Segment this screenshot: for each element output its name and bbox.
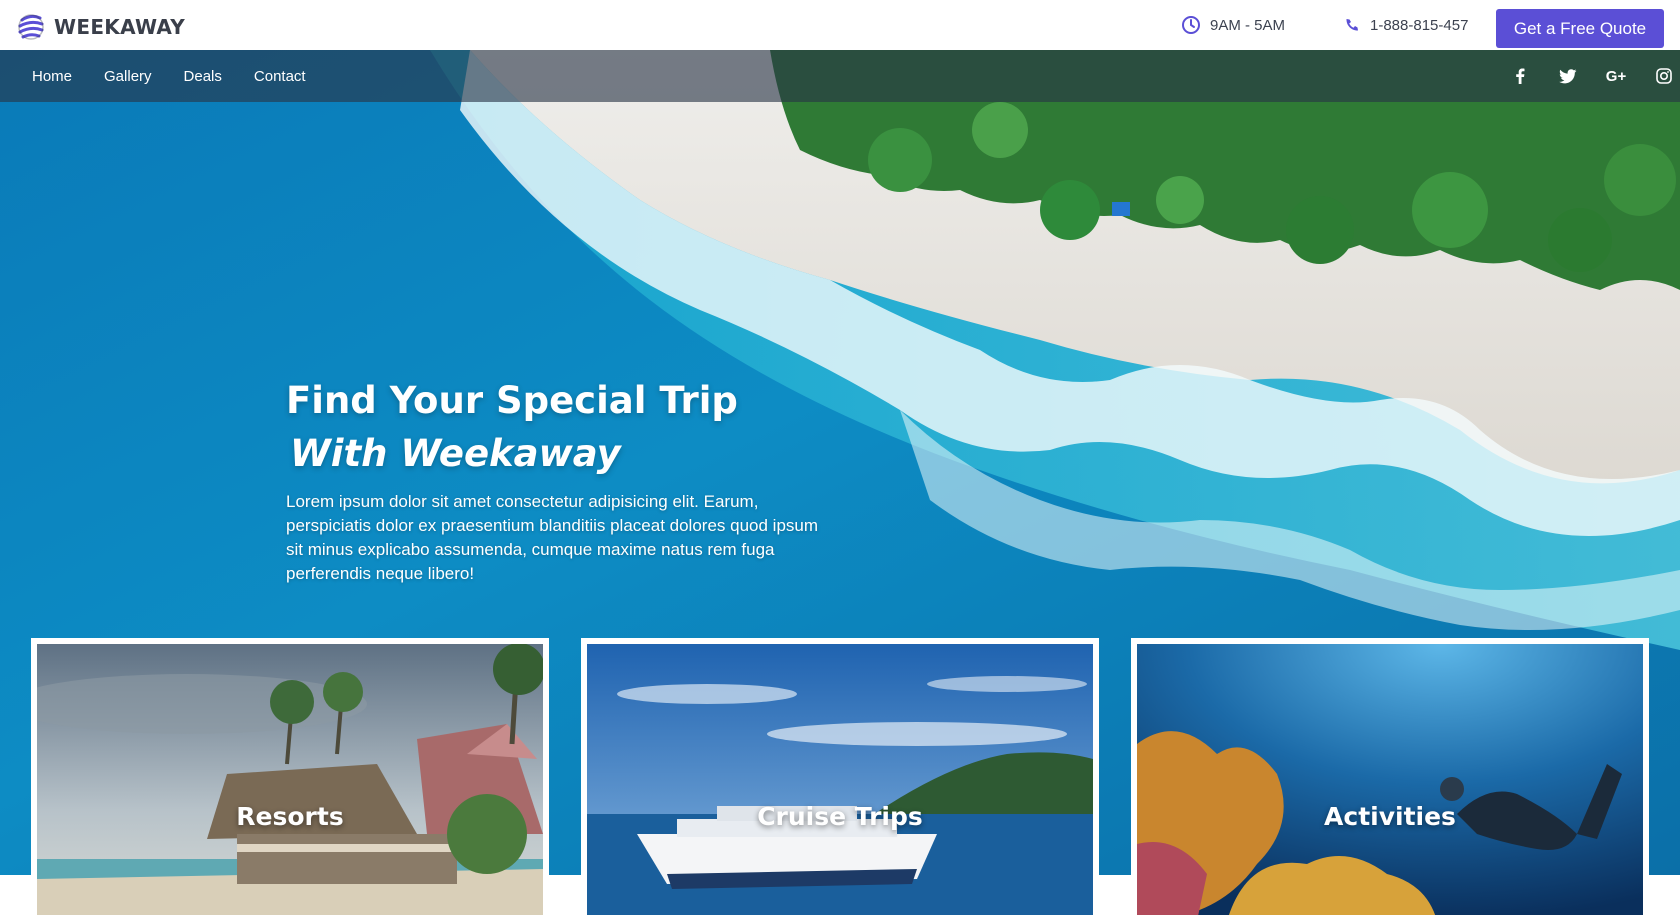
category-card-cruise-trips[interactable]: Cruise Trips	[581, 638, 1099, 915]
card-label-cruise-trips: Cruise Trips	[757, 802, 923, 831]
activities-image: Activities	[1137, 644, 1643, 915]
logo[interactable]: WEEKAWAY	[16, 12, 185, 42]
brand-name: WEEKAWAY	[54, 15, 186, 39]
card-label-activities: Activities	[1324, 802, 1456, 831]
category-card-activities[interactable]: Activities	[1131, 638, 1649, 915]
nav-gallery[interactable]: Gallery	[104, 68, 152, 85]
get-free-quote-button[interactable]: Get a Free Quote	[1496, 9, 1664, 48]
cruise-image: Cruise Trips	[587, 644, 1093, 915]
instagram-icon[interactable]	[1654, 66, 1674, 86]
main-nav: Home Gallery Deals Contact G+	[0, 50, 1680, 102]
google-plus-icon[interactable]: G+	[1606, 66, 1626, 86]
phone-icon	[1346, 19, 1358, 31]
category-card-resorts[interactable]: Resorts	[31, 638, 549, 915]
phone-number[interactable]: 1-888-815-457	[1343, 0, 1468, 50]
card-label-resorts: Resorts	[236, 802, 344, 831]
twitter-icon[interactable]	[1558, 66, 1578, 86]
hours-text: 9AM - 5AM	[1210, 16, 1286, 34]
social-links: G+	[1510, 50, 1674, 102]
nav-home[interactable]: Home	[32, 68, 72, 85]
hero-description: Lorem ipsum dolor sit amet consectetur a…	[286, 492, 819, 584]
nav-links: Home Gallery Deals Contact	[32, 50, 306, 102]
nav-deals[interactable]: Deals	[184, 68, 222, 85]
hero-content: Find Your Special Trip With Weekaway Lor…	[286, 378, 846, 586]
nav-contact[interactable]: Contact	[254, 68, 306, 85]
top-bar: WEEKAWAY 9AM - 5AM 1-888-815-457 Get a F…	[0, 0, 1680, 50]
hero-title: Find Your Special Trip	[286, 379, 738, 422]
clock-icon	[1182, 16, 1200, 34]
business-hours: 9AM - 5AM	[1181, 0, 1285, 50]
resorts-image: Resorts	[37, 644, 543, 915]
facebook-icon[interactable]	[1510, 66, 1530, 86]
globe-logo-icon	[18, 14, 44, 40]
hero-subtitle: With Weekaway	[290, 432, 621, 476]
phone-text: 1-888-815-457	[1370, 16, 1469, 34]
